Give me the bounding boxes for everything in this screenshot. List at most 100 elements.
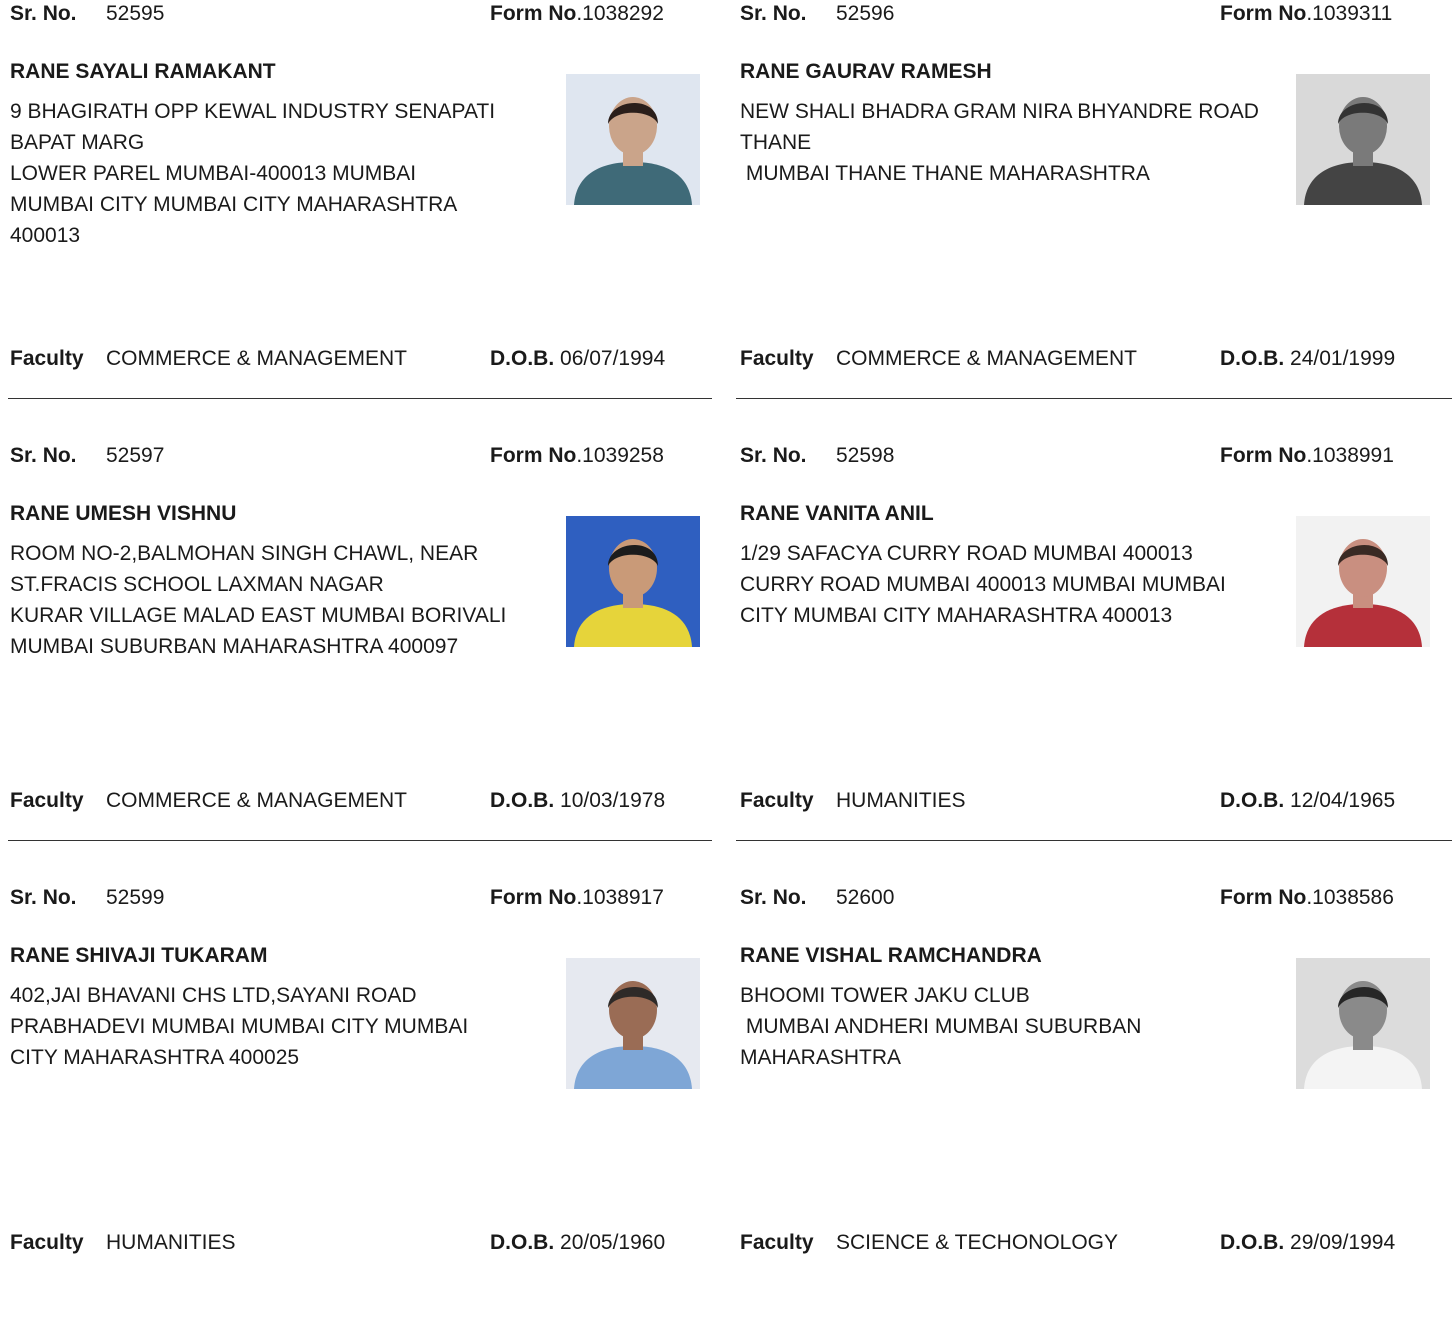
applicant-name: RANE VANITA ANIL bbox=[740, 502, 934, 525]
sr-no-label: Sr. No. bbox=[740, 2, 807, 25]
applicant-card: Sr. No. 52599 Form No.1038917 RANE SHIVA… bbox=[0, 884, 712, 1326]
faculty-label: Faculty bbox=[740, 789, 814, 812]
address-line: MUMBAI SUBURBAN MAHARASHTRA 400097 bbox=[10, 635, 459, 658]
dob-value: 20/05/1960 bbox=[560, 1231, 666, 1254]
address-line: BAPAT MARG bbox=[10, 131, 145, 154]
applicant-address: NEW SHALI BHADRA GRAM NIRA BHYANDRE ROAD… bbox=[740, 96, 1270, 189]
card-divider bbox=[736, 398, 1452, 399]
faculty-label: Faculty bbox=[10, 347, 84, 370]
sr-no-value: 52595 bbox=[106, 2, 165, 25]
form-no: Form No.1038292 bbox=[490, 2, 664, 26]
applicant-card: Sr. No. 52600 Form No.1038586 RANE VISHA… bbox=[730, 884, 1442, 1326]
dob: D.O.B. 06/07/1994 bbox=[490, 347, 665, 371]
form-no: Form No.1038991 bbox=[1220, 444, 1394, 468]
portrait-image bbox=[1296, 74, 1430, 205]
address-line: LOWER PAREL MUMBAI-400013 MUMBAI bbox=[10, 162, 417, 185]
sr-no-label: Sr. No. bbox=[10, 444, 77, 467]
applicant-photo bbox=[566, 958, 700, 1089]
faculty-value: COMMERCE & MANAGEMENT bbox=[106, 347, 408, 370]
applicant-photo bbox=[1296, 958, 1430, 1089]
address-line: THANE bbox=[740, 131, 812, 154]
faculty-label: Faculty bbox=[740, 347, 814, 370]
applicant-photo bbox=[566, 516, 700, 647]
applicant-photo bbox=[566, 74, 700, 205]
dob-label: D.O.B. bbox=[1220, 789, 1285, 812]
form-no: Form No.1038586 bbox=[1220, 886, 1394, 910]
faculty-label: Faculty bbox=[740, 1231, 814, 1254]
form-no-label: Form No bbox=[1220, 2, 1307, 25]
address-line: 1/29 SAFACYA CURRY ROAD MUMBAI 400013 bbox=[740, 542, 1193, 565]
sr-no-label: Sr. No. bbox=[740, 444, 807, 467]
portrait-image bbox=[566, 516, 700, 647]
faculty-value: COMMERCE & MANAGEMENT bbox=[106, 789, 408, 812]
portrait-image bbox=[1296, 516, 1430, 647]
card-divider bbox=[8, 398, 712, 399]
faculty-value: HUMANITIES bbox=[836, 789, 966, 812]
dob-value: 24/01/1999 bbox=[1290, 347, 1396, 370]
dob: D.O.B. 24/01/1999 bbox=[1220, 347, 1395, 371]
address-line: MUMBAI CITY MUMBAI CITY MAHARASHTRA bbox=[10, 193, 458, 216]
applicant-photo bbox=[1296, 74, 1430, 205]
dob-label: D.O.B. bbox=[490, 347, 555, 370]
form-no-value: .1038991 bbox=[1306, 444, 1394, 467]
form-no-value: .1039258 bbox=[576, 444, 664, 467]
address-line: MAHARASHTRA bbox=[740, 1046, 902, 1069]
sr-no-value: 52598 bbox=[836, 444, 895, 467]
dob-label: D.O.B. bbox=[1220, 1231, 1285, 1254]
portrait-image bbox=[566, 74, 700, 205]
form-no-value: .1038586 bbox=[1306, 886, 1394, 909]
address-line: CITY MAHARASHTRA 400025 bbox=[10, 1046, 300, 1069]
dob-label: D.O.B. bbox=[1220, 347, 1285, 370]
applicant-name: RANE SAYALI RAMAKANT bbox=[10, 60, 276, 83]
applicant-address: ROOM NO-2,BALMOHAN SINGH CHAWL, NEAR ST.F… bbox=[10, 538, 540, 662]
faculty-label: Faculty bbox=[10, 789, 84, 812]
applicant-name: RANE GAURAV RAMESH bbox=[740, 60, 992, 83]
dob-value: 29/09/1994 bbox=[1290, 1231, 1396, 1254]
sr-no-value: 52599 bbox=[106, 886, 165, 909]
applicant-name: RANE VISHAL RAMCHANDRA bbox=[740, 944, 1042, 967]
address-line: 400013 bbox=[10, 224, 81, 247]
address-line: ST.FRACIS SCHOOL LAXMAN NAGAR bbox=[10, 573, 384, 596]
address-line: CURRY ROAD MUMBAI 400013 MUMBAI MUMBAI bbox=[740, 573, 1226, 596]
form-no-label: Form No bbox=[490, 2, 577, 25]
address-line: MUMBAI THANE THANE MAHARASHTRA bbox=[740, 162, 1150, 185]
form-no: Form No.1039311 bbox=[1220, 2, 1392, 26]
applicant-name: RANE SHIVAJI TUKARAM bbox=[10, 944, 268, 967]
form-no-value: .1038917 bbox=[576, 886, 664, 909]
applicant-address: 9 BHAGIRATH OPP KEWAL INDUSTRY SENAPATI B… bbox=[10, 96, 540, 251]
faculty-value: COMMERCE & MANAGEMENT bbox=[836, 347, 1138, 370]
form-no-label: Form No bbox=[490, 886, 577, 909]
dob-value: 10/03/1978 bbox=[560, 789, 666, 812]
form-no: Form No.1039258 bbox=[490, 444, 664, 468]
applicant-address: 1/29 SAFACYA CURRY ROAD MUMBAI 400013 CUR… bbox=[740, 538, 1270, 631]
applicant-card: Sr. No. 52596 Form No.1039311 RANE GAURA… bbox=[730, 0, 1452, 442]
address-line: KURAR VILLAGE MALAD EAST MUMBAI BORIVALI bbox=[10, 604, 507, 627]
dob: D.O.B. 12/04/1965 bbox=[1220, 789, 1395, 813]
applicant-address: BHOOMI TOWER JAKU CLUB MUMBAI ANDHERI MU… bbox=[740, 980, 1270, 1073]
form-no-label: Form No bbox=[490, 444, 577, 467]
applicant-photo bbox=[1296, 516, 1430, 647]
sr-no-label: Sr. No. bbox=[10, 886, 77, 909]
applicant-card: Sr. No. 52595 Form No.1038292 RANE SAYAL… bbox=[0, 0, 712, 442]
faculty-label: Faculty bbox=[10, 1231, 84, 1254]
sr-no-value: 52596 bbox=[836, 2, 895, 25]
form-no-value: .1038292 bbox=[576, 2, 664, 25]
dob: D.O.B. 20/05/1960 bbox=[490, 1231, 665, 1255]
sr-no-value: 52600 bbox=[836, 886, 895, 909]
applicant-card: Sr. No. 52597 Form No.1039258 RANE UMESH… bbox=[0, 442, 712, 884]
dob-value: 12/04/1965 bbox=[1290, 789, 1396, 812]
dob-label: D.O.B. bbox=[490, 1231, 555, 1254]
form-no: Form No.1038917 bbox=[490, 886, 664, 910]
applicant-name: RANE UMESH VISHNU bbox=[10, 502, 237, 525]
dob-label: D.O.B. bbox=[490, 789, 555, 812]
address-line: NEW SHALI BHADRA GRAM NIRA BHYANDRE ROAD bbox=[740, 100, 1259, 123]
dob: D.O.B. 29/09/1994 bbox=[1220, 1231, 1395, 1255]
faculty-value: SCIENCE & TECHONOLOGY bbox=[836, 1231, 1119, 1254]
applicant-card: Sr. No. 52598 Form No.1038991 RANE VANIT… bbox=[730, 442, 1452, 884]
sr-no-label: Sr. No. bbox=[740, 886, 807, 909]
portrait-image bbox=[566, 958, 700, 1089]
card-divider bbox=[736, 840, 1452, 841]
form-no-label: Form No bbox=[1220, 444, 1307, 467]
card-divider bbox=[8, 840, 712, 841]
address-line: PRABHADEVI MUMBAI MUMBAI CITY MUMBAI bbox=[10, 1015, 469, 1038]
